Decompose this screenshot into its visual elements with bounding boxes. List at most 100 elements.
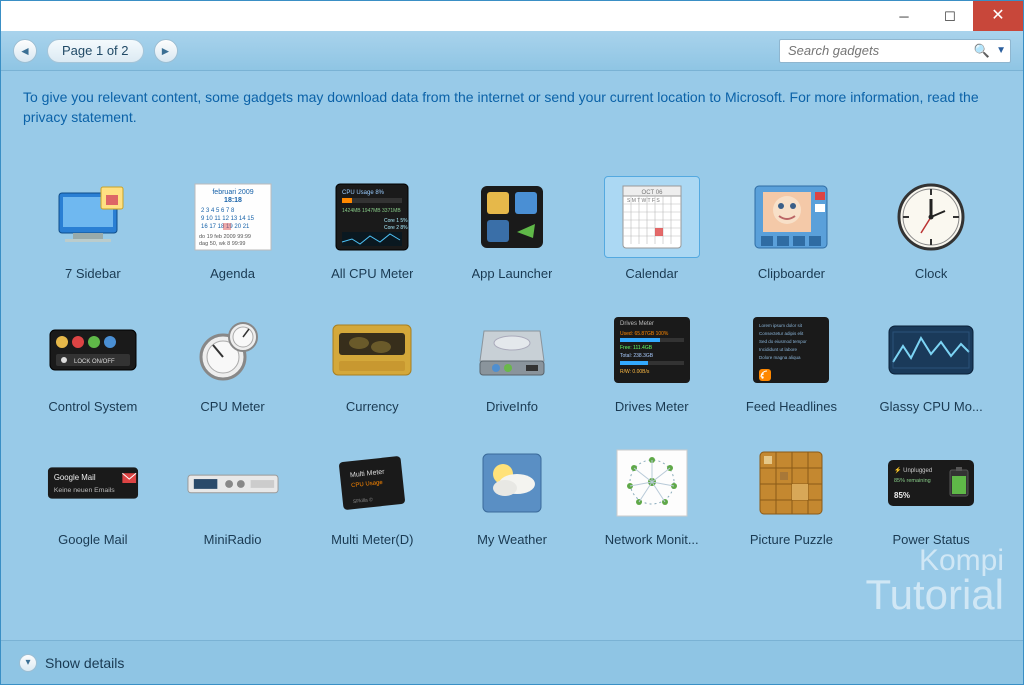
close-button[interactable]: ✕ <box>973 1 1023 31</box>
gadget-label: 7 Sidebar <box>65 266 121 281</box>
gadget-icon: CPU Usage 8% 1424MB 1947MB 3371MB Core 1… <box>324 176 420 258</box>
gadget-currency[interactable]: Currency <box>306 309 438 414</box>
gadget-driveinfo[interactable]: DriveInfo <box>446 309 578 414</box>
gadget-icon <box>464 309 560 391</box>
gadget-label: Network Monit... <box>605 532 699 547</box>
svg-text:⚡ Unplugged: ⚡ Unplugged <box>894 466 932 474</box>
svg-text:S M T W T F S: S M T W T F S <box>627 198 660 204</box>
gadget-feed-headlines[interactable]: Lorem ipsum dolor sit Consectetur adipis… <box>726 309 858 414</box>
maximize-button[interactable]: ☐ <box>927 1 973 31</box>
svg-text:Drives Meter: Drives Meter <box>620 321 654 327</box>
gadget-agenda[interactable]: februari 2009 18:18 2 3 4 5 6 7 8 9 10 1… <box>167 176 299 281</box>
gadget-label: Control System <box>48 399 137 414</box>
gadget-multi-meter[interactable]: Multi Meter CPU Usage SFkilla © Multi Me… <box>306 442 438 547</box>
gadget-icon <box>464 442 560 524</box>
gadget-label: Drives Meter <box>615 399 689 414</box>
gadget-all-cpu-meter[interactable]: CPU Usage 8% 1424MB 1947MB 3371MB Core 1… <box>306 176 438 281</box>
svg-text:Dolore magna aliqua: Dolore magna aliqua <box>759 355 801 360</box>
gadget-icon <box>883 176 979 258</box>
gadget-label: DriveInfo <box>486 399 538 414</box>
gadget-control-system[interactable]: LOCK ON/OFF Control System <box>27 309 159 414</box>
gadget-icon: OCT 06 S M T W T F S <box>604 176 700 258</box>
gadget-calendar[interactable]: OCT 06 S M T W T F S Calendar <box>586 176 718 281</box>
gadget-miniradio[interactable]: MiniRadio <box>167 442 299 547</box>
gadget-icon <box>883 309 979 391</box>
privacy-notice[interactable]: To give you relevant content, some gadge… <box>1 71 1023 136</box>
minimize-button[interactable]: ─ <box>881 1 927 31</box>
gadget-label: Picture Puzzle <box>750 532 833 547</box>
gadget-icon: Drives Meter Used: 65.87GB 100% Free: 11… <box>604 309 700 391</box>
gadget-label: All CPU Meter <box>331 266 413 281</box>
gadget-label: Currency <box>346 399 399 414</box>
gadget-icon: Lorem ipsum dolor sit Consectetur adipis… <box>743 309 839 391</box>
toolbar: ◄ Page 1 of 2 ► 🔍 ▼ <box>1 31 1023 71</box>
svg-text:85% remaining: 85% remaining <box>894 478 931 484</box>
gadget-cpu-meter[interactable]: CPU Meter <box>167 309 299 414</box>
gadget-icon: Google Mail Keine neuen Emails <box>45 442 141 524</box>
svg-text:18:18: 18:18 <box>224 197 242 204</box>
gadget-icon <box>185 309 281 391</box>
svg-text:do 19 feb 2009 99:99: do 19 feb 2009 99:99 <box>199 234 251 240</box>
svg-text:Keine neuen Emails: Keine neuen Emails <box>54 486 115 493</box>
gadget-label: Power Status <box>892 532 969 547</box>
gadget-label: MiniRadio <box>204 532 262 547</box>
gadget-label: Feed Headlines <box>746 399 837 414</box>
svg-text:CPU Usage 8%: CPU Usage 8% <box>342 190 385 196</box>
footer: ▾ Show details <box>1 640 1023 684</box>
svg-text:9 10 11 12 13 14 15: 9 10 11 12 13 14 15 <box>201 216 255 222</box>
svg-text:Google Mail: Google Mail <box>54 473 96 482</box>
svg-text:Sed do eiusmod tempor: Sed do eiusmod tempor <box>759 339 807 344</box>
search-box[interactable]: 🔍 ▼ <box>779 39 1011 63</box>
next-page-button[interactable]: ► <box>154 39 178 63</box>
gadget-label: Multi Meter(D) <box>331 532 413 547</box>
svg-text:LOCK ON/OFF: LOCK ON/OFF <box>74 359 115 365</box>
gadget-label: Glassy CPU Mo... <box>879 399 982 414</box>
gadget-label: Google Mail <box>58 532 127 547</box>
search-icon[interactable]: 🔍 <box>970 43 994 59</box>
svg-text:R/W: 0.00B/s: R/W: 0.00B/s <box>620 369 650 375</box>
gadget-clipboarder[interactable]: Clipboarder <box>726 176 858 281</box>
titlebar: ─ ☐ ✕ <box>1 1 1023 31</box>
gadget-label: CPU Meter <box>200 399 264 414</box>
gadget-clock[interactable]: Clock <box>865 176 997 281</box>
gadget-glassy-cpu[interactable]: Glassy CPU Mo... <box>865 309 997 414</box>
gadget-icon: februari 2009 18:18 2 3 4 5 6 7 8 9 10 1… <box>185 176 281 258</box>
gadget-grid: 7 Sidebar februari 2009 18:18 2 3 4 5 6 … <box>1 136 1023 640</box>
svg-text:Incididunt ut labore: Incididunt ut labore <box>759 347 798 352</box>
gadget-icon <box>604 442 700 524</box>
gadget-picture-puzzle[interactable]: Picture Puzzle <box>726 442 858 547</box>
gadget-label: Clipboarder <box>758 266 825 281</box>
gadget-my-weather[interactable]: My Weather <box>446 442 578 547</box>
gadget-label: Calendar <box>625 266 678 281</box>
svg-text:85%: 85% <box>894 491 910 500</box>
gadget-label: My Weather <box>477 532 547 547</box>
gadget-drives-meter[interactable]: Drives Meter Used: 65.87GB 100% Free: 11… <box>586 309 718 414</box>
gadget-label: App Launcher <box>472 266 553 281</box>
gadget-icon <box>45 176 141 258</box>
svg-text:dag 50, wk 8 99:99: dag 50, wk 8 99:99 <box>199 241 245 247</box>
gadget-icon: LOCK ON/OFF <box>45 309 141 391</box>
gadget-google-mail[interactable]: Google Mail Keine neuen Emails Google Ma… <box>27 442 159 547</box>
svg-text:Free: 111.4GB: Free: 111.4GB <box>620 345 653 351</box>
gadget-label: Agenda <box>210 266 255 281</box>
svg-text:Total: 238.3GB: Total: 238.3GB <box>620 353 654 359</box>
search-input[interactable] <box>788 43 970 58</box>
gadget-icon <box>743 442 839 524</box>
gadget-icon <box>324 309 420 391</box>
gadget-app-launcher[interactable]: App Launcher <box>446 176 578 281</box>
gadget-label: Clock <box>915 266 948 281</box>
show-details-link[interactable]: Show details <box>45 655 124 671</box>
gadget-network-monitor[interactable]: Network Monit... <box>586 442 718 547</box>
svg-text:Used: 65.87GB 100%: Used: 65.87GB 100% <box>620 331 669 337</box>
search-dropdown-icon[interactable]: ▼ <box>994 45 1006 56</box>
prev-page-button[interactable]: ◄ <box>13 39 37 63</box>
gadget-7-sidebar[interactable]: 7 Sidebar <box>27 176 159 281</box>
chevron-down-icon[interactable]: ▾ <box>19 654 37 672</box>
gadget-icon: ⚡ Unplugged 85% remaining 85% <box>883 442 979 524</box>
page-indicator: Page 1 of 2 <box>47 39 144 63</box>
gadget-icon <box>185 442 281 524</box>
gadget-icon <box>464 176 560 258</box>
svg-text:februari 2009: februari 2009 <box>212 189 253 196</box>
gadget-power-status[interactable]: ⚡ Unplugged 85% remaining 85% Power Stat… <box>865 442 997 547</box>
svg-text:1424MB 1947MB 3371MB: 1424MB 1947MB 3371MB <box>342 208 401 214</box>
